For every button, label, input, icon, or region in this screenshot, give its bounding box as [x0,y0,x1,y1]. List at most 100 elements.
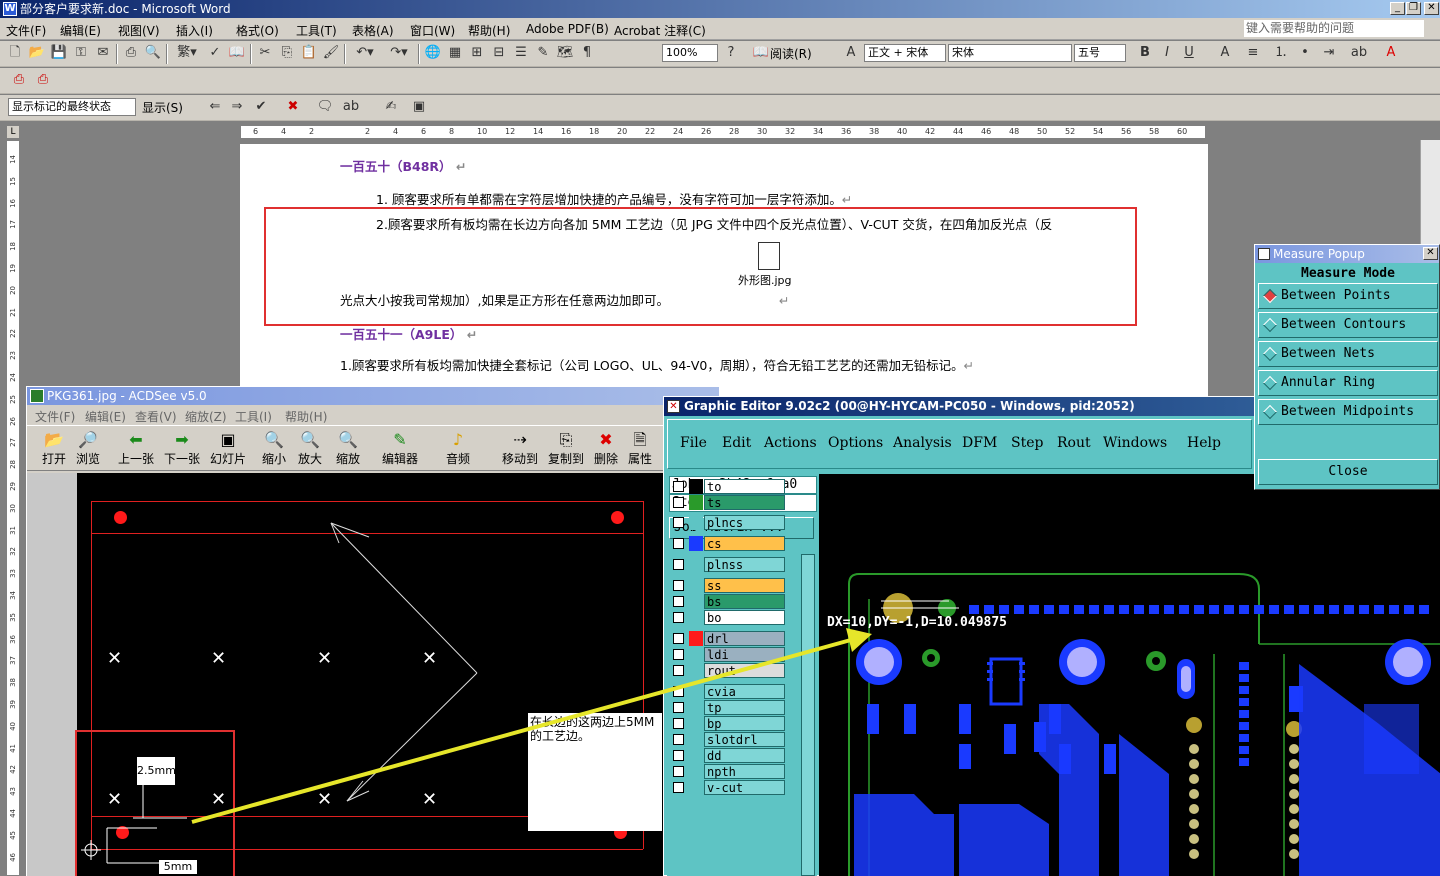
layer-checkbox[interactable] [673,538,684,549]
reject-change-icon[interactable]: ✖ [284,98,302,116]
layer-checkbox[interactable] [673,633,684,644]
prev-change-icon[interactable]: ⇐ [206,98,224,116]
ge-menu-windows[interactable]: Windows [1103,435,1167,451]
layer-checkbox[interactable] [673,497,684,508]
ge-menu-rout[interactable]: Rout [1057,435,1091,451]
layer-checkbox[interactable] [673,718,684,729]
acd-move-button[interactable]: ⇢ 移动到 [499,430,541,467]
ge-menu-step[interactable]: Step [1011,435,1043,451]
traditional-chinese-icon[interactable]: 繁▾ [172,44,202,62]
layer-row-bp[interactable]: bp [669,716,787,731]
layer-checkbox[interactable] [673,612,684,623]
read-button[interactable]: 阅读(R) [770,45,812,62]
acd-copy-button[interactable]: ⎘ 复制到 [545,430,587,467]
zoom-select[interactable]: 100% [662,44,718,62]
measure-popup-close-icon[interactable]: ✕ [1423,247,1438,260]
close-button[interactable]: ✕ [1424,2,1439,15]
undo-icon[interactable]: ↶▾ [350,44,380,62]
layer-row-to[interactable]: to [669,479,787,494]
layer-checkbox[interactable] [673,702,684,713]
layer-row-v-cut[interactable]: v-cut [669,780,787,795]
menu-view[interactable]: 视图(V) [118,22,160,39]
mode-annular-ring[interactable]: Annular Ring [1258,370,1438,396]
layer-checkbox[interactable] [673,750,684,761]
layer-row-ts[interactable]: ts [669,495,787,510]
menu-help[interactable]: 帮助(H) [468,22,510,39]
read-icon[interactable]: 📖 [752,44,770,62]
mode-between-contours[interactable]: Between Contours [1258,312,1438,338]
tables-borders-icon[interactable]: ▦ [446,44,464,62]
layer-checkbox[interactable] [673,517,684,528]
help-icon[interactable]: ? [722,44,740,62]
hyperlink-icon[interactable]: 🌐 [424,44,442,62]
new-icon[interactable]: 🗋 [6,44,24,62]
menu-edit[interactable]: 编辑(E) [60,22,101,39]
layer-checkbox[interactable] [673,686,684,697]
layer-checkbox[interactable] [673,734,684,745]
layer-row-cvia[interactable]: cvia [669,684,787,699]
drawing-icon[interactable]: ✎ [534,44,552,62]
highlight-icon[interactable]: ab [1350,44,1368,62]
layer-checkbox[interactable] [673,596,684,607]
menu-window[interactable]: 窗口(W) [410,22,455,39]
char-border-icon[interactable]: A [1216,44,1234,62]
acd-menu-help[interactable]: 帮助(H) [285,408,327,425]
email-icon[interactable]: ✉ [94,44,112,62]
layer-row-rout[interactable]: rout [669,663,787,678]
layer-row-slotdrl[interactable]: slotdrl [669,732,787,747]
pcb-canvas[interactable]: DX=10,DY=-1,D=10.049875 [819,474,1440,876]
accept-change-icon[interactable]: ✔ [252,98,270,116]
menu-adobe-pdf[interactable]: Adobe PDF(B) [526,22,609,36]
layer-checkbox[interactable] [673,481,684,492]
acd-menu-zoom[interactable]: 缩放(Z) [185,408,227,425]
vertical-ruler[interactable]: 14 15 16 17 18 19 20 21 22 23 24 25 26 27 28 29 30 31 32 33… [6,140,20,876]
show-hide-icon[interactable]: ¶ [578,44,596,62]
measure-popup-close-button[interactable]: Close [1258,459,1438,485]
highlight-review-icon[interactable]: ab [342,98,360,116]
layer-row-bs[interactable]: bs [669,594,787,609]
acd-zoom-button[interactable]: 🔍 缩放 [327,430,369,467]
layer-row-npth[interactable]: npth [669,764,787,779]
restore-button[interactable]: ❐ [1406,2,1421,15]
align-icon[interactable]: ≡ [1244,44,1262,62]
layer-checkbox[interactable] [673,580,684,591]
layer-row-plnss[interactable]: plnss [669,557,787,572]
show-menu[interactable]: 显示(S) [142,99,183,116]
minimize-button[interactable]: _ [1390,2,1405,15]
layer-row-cs[interactable]: cs [669,536,787,551]
acd-menu-edit[interactable]: 编辑(E) [85,408,126,425]
ge-menu-actions[interactable]: Actions [764,435,817,451]
ge-menu-options[interactable]: Options [828,435,883,451]
underline-icon[interactable]: U [1180,44,1198,62]
save-icon[interactable]: 💾 [50,44,68,62]
font-color-icon[interactable]: A [1382,44,1400,62]
open-icon[interactable]: 📂 [28,44,46,62]
acd-editor-button[interactable]: ✎ 编辑器 [379,430,421,467]
bullets-icon[interactable]: • [1296,44,1314,62]
acd-audio-button[interactable]: ♪ 音频 [437,430,479,467]
style-select[interactable]: 正文 + 宋体 [864,44,946,62]
horizontal-ruler[interactable]: 6 4 2 2 4 6 8 10 12 14 16 18 20 22 24 26 28 30 32 34 36 38 40 4… [240,125,1206,139]
layer-row-drl[interactable]: drl [669,631,787,646]
print-preview-icon[interactable]: 🔍 [144,44,162,62]
ge-menu-dfm[interactable]: DFM [962,435,997,451]
convert-pdf-email-icon[interactable]: ⎙ [34,71,52,89]
menu-insert[interactable]: 插入(I) [176,22,213,39]
menu-acrobat[interactable]: Acrobat 注释(C) [614,22,706,39]
convert-pdf-icon[interactable]: ⎙ [10,71,28,89]
paste-icon[interactable]: 📋 [300,44,318,62]
layer-row-tp[interactable]: tp [669,700,787,715]
layer-checkbox[interactable] [673,665,684,676]
indent-icon[interactable]: ⇥ [1320,44,1338,62]
menu-file[interactable]: 文件(F) [6,22,46,39]
acd-slideshow-button[interactable]: ▣ 幻灯片 [207,430,249,467]
acd-menu-file[interactable]: 文件(F) [35,408,75,425]
acd-next-button[interactable]: ➡ 下一张 [161,430,203,467]
markup-state-select[interactable]: 显示标记的最终状态 [8,98,136,116]
reviewing-pane-icon[interactable]: ▣ [410,98,428,116]
acd-zoom-in-button[interactable]: 🔍 放大 [289,430,331,467]
print-icon[interactable]: ⎙ [122,44,140,62]
ge-menu-analysis[interactable]: Analysis [893,435,952,451]
insert-excel-icon[interactable]: ⊟ [490,44,508,62]
layer-row-ldi[interactable]: ldi [669,647,787,662]
